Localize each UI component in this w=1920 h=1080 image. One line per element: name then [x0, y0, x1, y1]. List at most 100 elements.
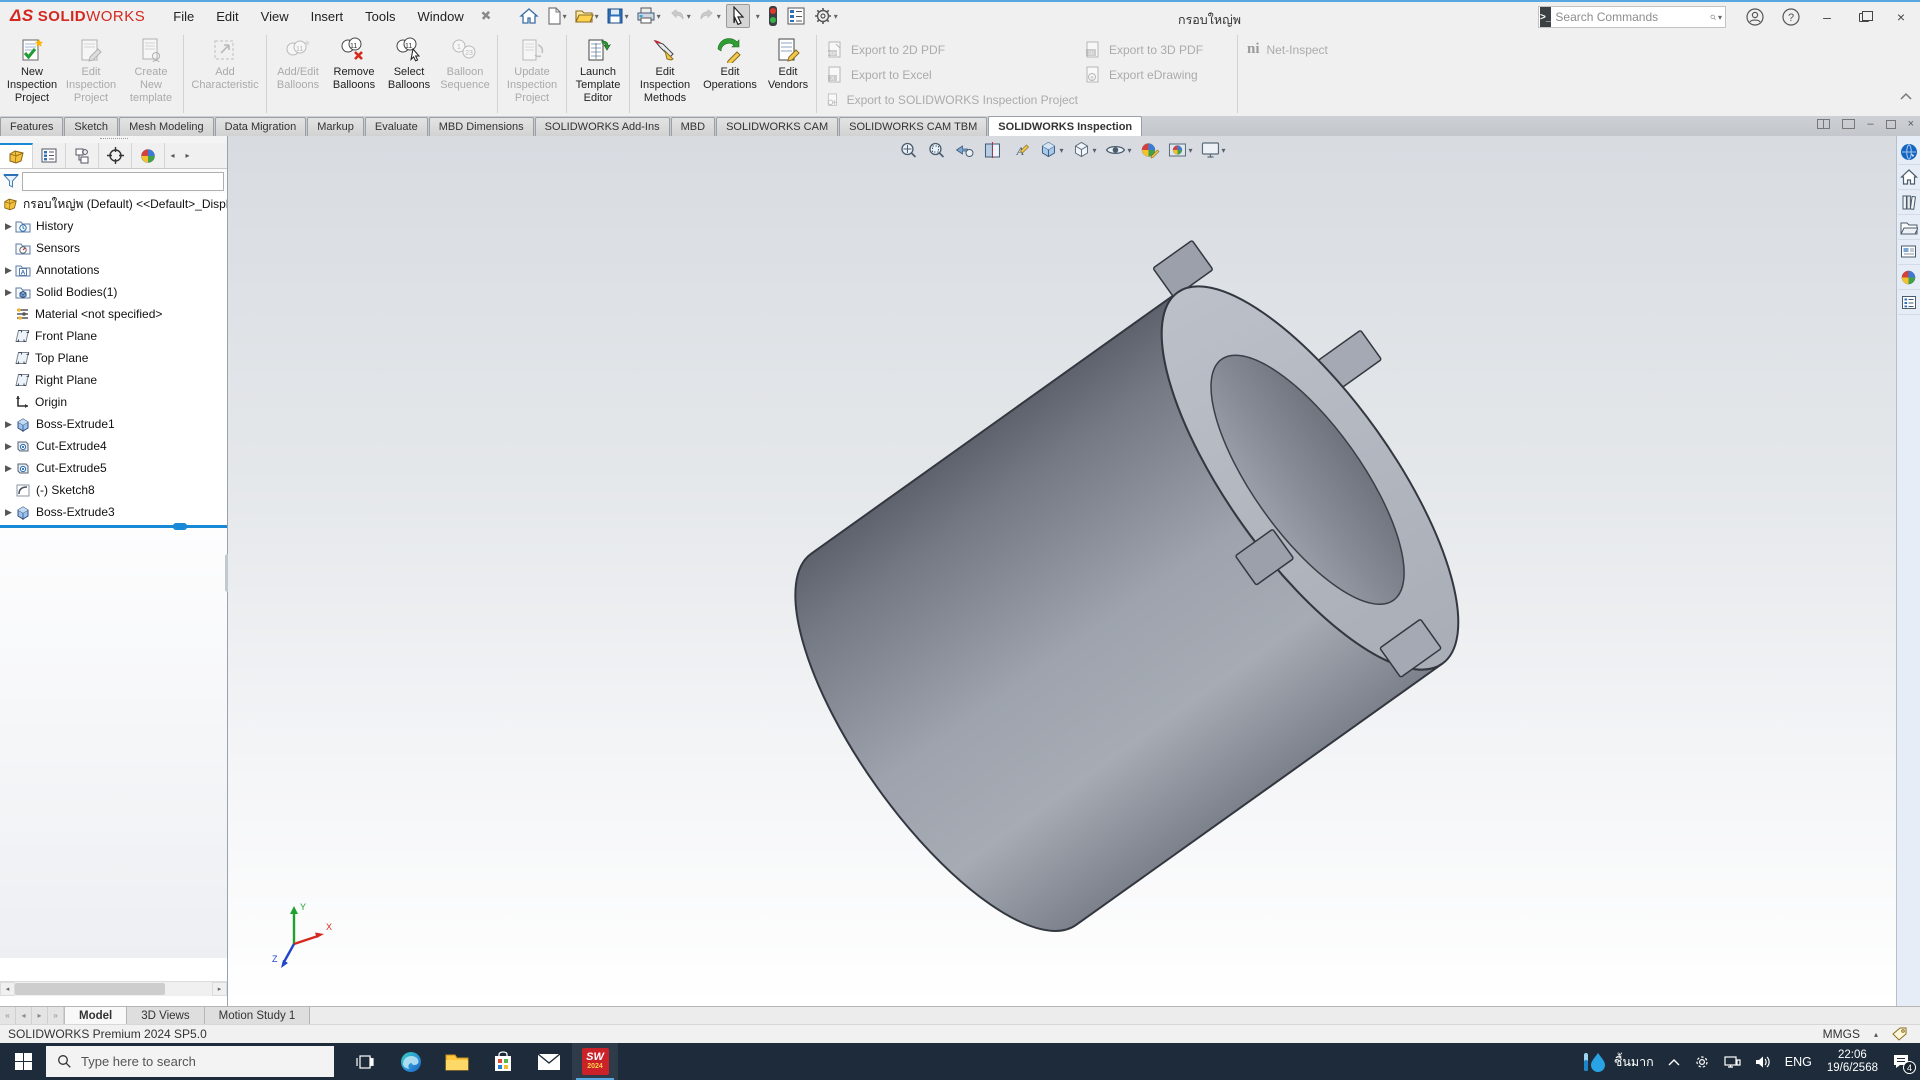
action-center-button[interactable]: 4: [1886, 1043, 1920, 1080]
file-explorer-taskbar-icon[interactable]: [434, 1043, 480, 1080]
doctab-model[interactable]: Model: [65, 1007, 127, 1024]
open-button[interactable]: ▾: [572, 4, 601, 28]
home-tab-icon[interactable]: [1898, 165, 1920, 190]
save-button[interactable]: ▾: [604, 4, 631, 28]
single-pane-icon[interactable]: [1842, 119, 1855, 129]
select-tool-caret[interactable]: ▾: [753, 4, 762, 28]
caret-down-icon[interactable]: ▾: [834, 12, 838, 21]
new-document-button[interactable]: ▾: [544, 4, 569, 28]
filter-funnel-icon[interactable]: [3, 173, 19, 189]
appearances-scenes-icon[interactable]: [1898, 265, 1920, 290]
options-gear-button[interactable]: ▾: [811, 4, 840, 28]
model-cylinder[interactable]: [725, 191, 1546, 973]
tab-evaluate[interactable]: Evaluate: [365, 117, 428, 136]
tab-mesh-modeling[interactable]: Mesh Modeling: [119, 117, 214, 136]
scrollbar-thumb[interactable]: [15, 983, 165, 995]
tab-mbd-dimensions[interactable]: MBD Dimensions: [429, 117, 534, 136]
3dexperience-marketplace-icon[interactable]: [1898, 140, 1920, 165]
edit-vendors-button[interactable]: Edit Vendors: [763, 32, 813, 116]
menu-window[interactable]: Window: [417, 9, 463, 24]
mail-icon[interactable]: [526, 1043, 572, 1080]
caret-down-icon[interactable]: ▾: [595, 12, 599, 21]
split-pane-icon[interactable]: [1817, 119, 1830, 129]
scroll-right-icon[interactable]: ▸: [212, 982, 227, 996]
expand-arrow-icon[interactable]: ▶: [2, 221, 15, 232]
doc-minimize-button[interactable]: –: [1867, 118, 1873, 130]
tree-item-origin[interactable]: Origin: [0, 391, 227, 413]
tab-solidworks-cam[interactable]: SOLIDWORKS CAM: [716, 117, 838, 136]
edit-inspection-methods-button[interactable]: Edit Inspection Methods: [633, 32, 697, 116]
displaymanager-tab[interactable]: [132, 143, 165, 168]
ribbon-collapse-icon[interactable]: [1900, 92, 1912, 100]
remove-balloons-button[interactable]: 11 Remove Balloons: [326, 32, 382, 116]
design-library-icon[interactable]: [1898, 190, 1920, 215]
expand-arrow-icon[interactable]: ▶: [2, 463, 15, 474]
home-button[interactable]: [517, 4, 541, 28]
tab-features[interactable]: Features: [0, 117, 63, 136]
tab-data-migration[interactable]: Data Migration: [215, 117, 307, 136]
expand-arrow-icon[interactable]: ▶: [2, 265, 15, 276]
window-minimize-button[interactable]: –: [1812, 5, 1842, 29]
tab-markup[interactable]: Markup: [307, 117, 364, 136]
menu-insert[interactable]: Insert: [311, 9, 344, 24]
taskbar-search[interactable]: [46, 1046, 334, 1077]
menu-file[interactable]: File: [173, 9, 194, 24]
panel-grip[interactable]: [0, 136, 227, 143]
configurationmanager-tab[interactable]: [66, 143, 99, 168]
caret-down-icon[interactable]: ▾: [563, 12, 567, 21]
tree-item-top-plane[interactable]: Top Plane: [0, 347, 227, 369]
weather-humidity-widget[interactable]: ชื้นมาก: [1575, 1043, 1661, 1080]
tab-mbd[interactable]: MBD: [671, 117, 715, 136]
select-balloons-button[interactable]: 11 Select Balloons: [382, 32, 436, 116]
launch-template-editor-button[interactable]: Launch Template Editor: [570, 32, 626, 116]
search-icon[interactable]: [1710, 10, 1717, 25]
print-button[interactable]: ▾: [634, 4, 663, 28]
window-restore-button[interactable]: [1849, 5, 1879, 29]
task-view-button[interactable]: [342, 1043, 388, 1080]
tab-solidworks-inspection[interactable]: SOLIDWORKS Inspection: [988, 116, 1142, 136]
select-tool-button[interactable]: [726, 4, 750, 28]
caret-down-icon[interactable]: ▾: [625, 12, 629, 21]
nav-prev-icon[interactable]: ◂: [16, 1007, 32, 1024]
tree-item-front-plane[interactable]: Front Plane: [0, 325, 227, 347]
tray-expand-chevron[interactable]: [1661, 1043, 1687, 1080]
nav-last-icon[interactable]: »: [48, 1007, 64, 1024]
menu-tools[interactable]: Tools: [365, 9, 395, 24]
nav-next-icon[interactable]: ▸: [32, 1007, 48, 1024]
propertymanager-tab[interactable]: [33, 143, 66, 168]
start-button[interactable]: [0, 1043, 46, 1080]
search-commands-input[interactable]: [1555, 10, 1710, 24]
expand-arrow-icon[interactable]: ▶: [2, 419, 15, 430]
doc-restore-button[interactable]: [1886, 120, 1896, 129]
search-caret-icon[interactable]: ▾: [1718, 13, 1722, 22]
caret-down-icon[interactable]: ▾: [657, 12, 661, 21]
inspection-traffic-light-icon[interactable]: [765, 4, 781, 28]
menu-view[interactable]: View: [261, 9, 289, 24]
tree-item-boss-extrude1[interactable]: ▶ Boss-Extrude1: [0, 413, 227, 435]
help-icon[interactable]: ?: [1776, 5, 1806, 29]
tree-item-history[interactable]: ▶ History: [0, 215, 227, 237]
pin-menu-icon[interactable]: ✚: [476, 6, 495, 25]
new-inspection-project-button[interactable]: New Inspection Project: [4, 32, 60, 116]
doctab-motion-study[interactable]: Motion Study 1: [205, 1007, 311, 1024]
solidworks-taskbar-icon[interactable]: SW2024: [572, 1043, 618, 1080]
tree-item-right-plane[interactable]: Right Plane: [0, 369, 227, 391]
doctab-3d-views[interactable]: 3D Views: [127, 1007, 204, 1024]
units-caret-icon[interactable]: ▴: [1874, 1030, 1878, 1039]
orientation-triad[interactable]: Y X Z: [264, 896, 334, 971]
view-palette-icon[interactable]: [1898, 240, 1920, 265]
microsoft-store-icon[interactable]: [480, 1043, 526, 1080]
scroll-left-icon[interactable]: ◂: [0, 982, 15, 996]
tab-sketch[interactable]: Sketch: [64, 117, 118, 136]
expand-arrow-icon[interactable]: ▶: [2, 507, 15, 518]
edit-operations-button[interactable]: Edit Operations: [697, 32, 763, 116]
tab-solidworks-cam-tbm[interactable]: SOLIDWORKS CAM TBM: [839, 117, 987, 136]
menu-edit[interactable]: Edit: [216, 9, 238, 24]
tray-meet-now-icon[interactable]: [1687, 1043, 1717, 1080]
window-close-button[interactable]: ×: [1886, 5, 1916, 29]
rollback-bar[interactable]: [0, 525, 227, 528]
file-explorer-icon[interactable]: [1898, 215, 1920, 240]
command-search[interactable]: >_ ▾: [1538, 6, 1726, 28]
nav-first-icon[interactable]: «: [0, 1007, 16, 1024]
panel-tabs-scroll-left[interactable]: ◂: [165, 143, 180, 168]
